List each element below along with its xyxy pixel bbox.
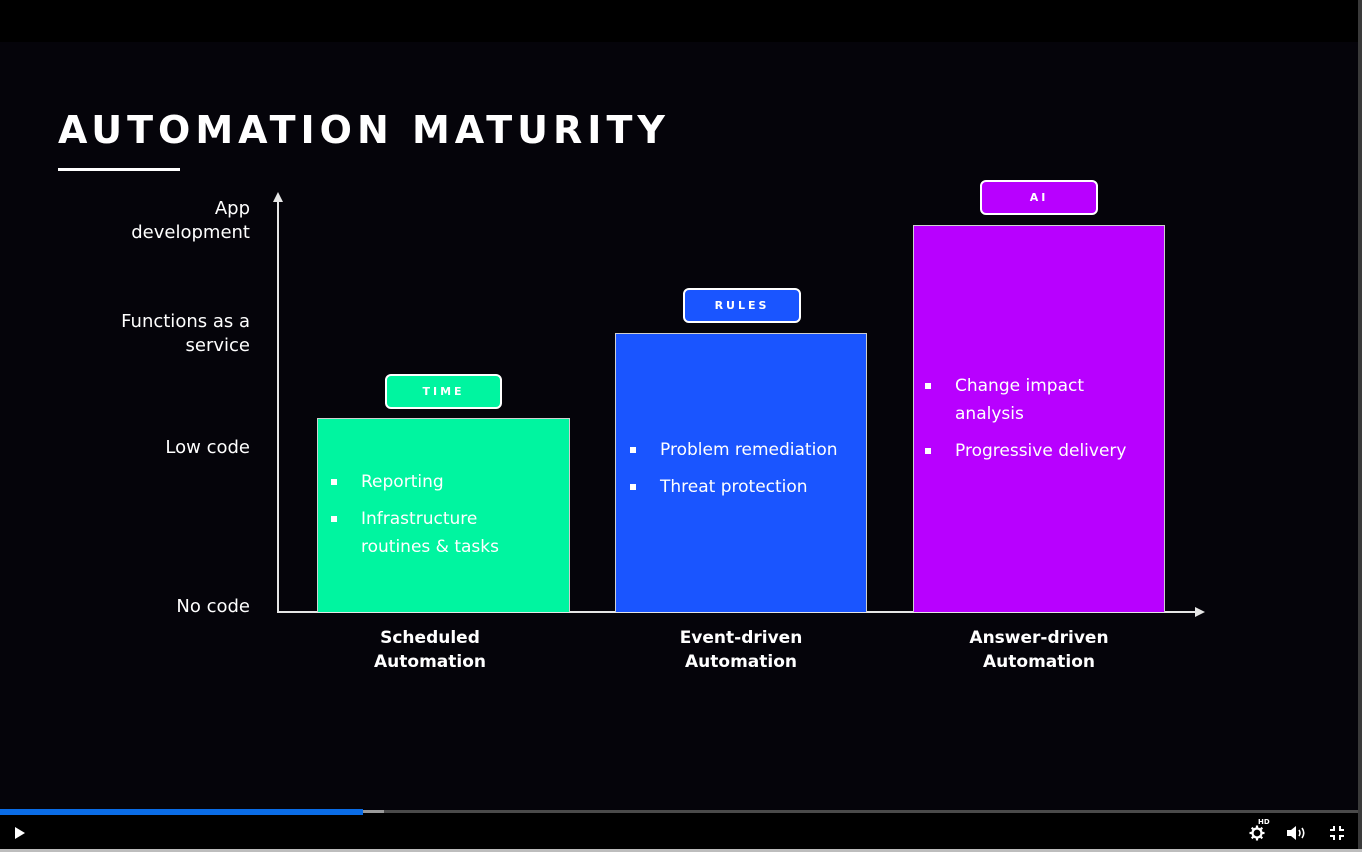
bullet-icon — [331, 479, 337, 485]
progress-played[interactable] — [0, 809, 363, 815]
window-edge — [1358, 0, 1362, 852]
play-icon[interactable] — [15, 827, 25, 839]
y-label-line: service — [185, 335, 250, 356]
item-text: Threat protection — [660, 477, 808, 497]
event-driven-items: Problem remediation Threat protection — [630, 436, 860, 510]
item-text: Reporting — [361, 472, 444, 492]
scheduled-items: Reporting Infrastructure routines & task… — [331, 468, 551, 570]
tag-ai: AI — [980, 180, 1098, 215]
tag-rules: RULES — [683, 288, 801, 323]
x-label-scheduled: Scheduled Automation — [305, 626, 555, 674]
list-item: Reporting — [331, 468, 551, 496]
y-axis — [277, 200, 279, 613]
bullet-icon — [925, 383, 931, 389]
x-axis-arrow-icon — [1195, 607, 1205, 617]
answer-driven-items: Change impact analysis Progressive deliv… — [925, 372, 1155, 474]
x-label-line: Event-driven — [679, 628, 803, 648]
bullet-icon — [331, 516, 337, 522]
x-label-line: Automation — [983, 652, 1095, 672]
bullet-icon — [630, 484, 636, 490]
x-label-line: Scheduled — [380, 628, 480, 648]
y-label-line: development — [131, 222, 250, 243]
item-text: Infrastructure routines & tasks — [361, 509, 499, 557]
player-controls — [0, 810, 1358, 852]
x-label-answer-driven: Answer-driven Automation — [914, 626, 1164, 674]
item-text: Progressive delivery — [955, 441, 1127, 461]
bullet-icon — [925, 448, 931, 454]
list-item: Change impact analysis — [925, 372, 1155, 428]
y-label-line: Functions as a — [121, 311, 250, 332]
tag-time: TIME — [385, 374, 502, 409]
x-label-line: Answer-driven — [969, 628, 1109, 648]
list-item: Problem remediation — [630, 436, 860, 464]
exit-fullscreen-button[interactable] — [1324, 820, 1350, 846]
item-text: Change impact analysis — [955, 376, 1084, 424]
volume-icon — [1287, 826, 1305, 840]
slide-title: AUTOMATION MATURITY — [58, 108, 670, 152]
item-text: Problem remediation — [660, 440, 838, 460]
y-label-low-code: Low code — [165, 437, 250, 458]
y-label-no-code: No code — [176, 596, 250, 617]
volume-button[interactable] — [1284, 820, 1310, 846]
y-label-line: App — [214, 198, 250, 219]
title-underline — [58, 168, 180, 171]
x-label-event-driven: Event-driven Automation — [616, 626, 866, 674]
x-label-line: Automation — [685, 652, 797, 672]
list-item: Infrastructure routines & tasks — [331, 505, 551, 561]
bullet-icon — [630, 447, 636, 453]
list-item: Progressive delivery — [925, 437, 1155, 465]
gear-icon — [1249, 825, 1265, 841]
exit-fullscreen-icon — [1330, 826, 1344, 840]
y-axis-arrow-icon — [273, 192, 283, 202]
x-label-line: Automation — [374, 652, 486, 672]
hd-badge: HD — [1258, 818, 1270, 826]
list-item: Threat protection — [630, 473, 860, 501]
y-label-functions-as-a-service: Functions as a service — [121, 310, 250, 358]
y-label-app-development: App development — [131, 197, 250, 245]
settings-button[interactable]: HD — [1244, 818, 1270, 846]
